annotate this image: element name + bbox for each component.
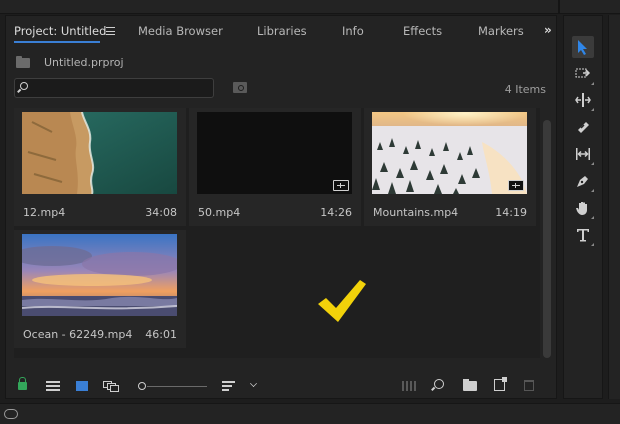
pen-tool-icon[interactable]: [572, 170, 594, 192]
media-item-12[interactable]: 12.mp4 34:08: [14, 108, 186, 226]
thumbnail-snowy-forest[interactable]: [372, 112, 527, 194]
folder-up-icon[interactable]: [16, 56, 30, 68]
tab-effects[interactable]: Effects: [403, 24, 442, 38]
clip-duration: 34:08: [145, 206, 177, 219]
new-item-icon[interactable]: [494, 377, 507, 391]
thumbnail-ocean-sunset[interactable]: [22, 234, 177, 316]
media-grid: 12.mp4 34:08 50.mp4 14:26 Mountains.mp4 …: [14, 108, 540, 358]
app-top-strip: [0, 0, 620, 14]
active-tab-indicator: [14, 41, 100, 43]
new-search-bin-icon[interactable]: [233, 82, 247, 93]
icon-view-icon[interactable]: [76, 381, 88, 391]
slip-tool-icon[interactable]: [572, 143, 594, 165]
selection-tool-icon[interactable]: [572, 36, 594, 58]
tab-markers[interactable]: Markers: [478, 24, 524, 38]
clear-trash-icon[interactable]: [524, 380, 534, 391]
panel-tabs: Project: Untitled Media Browser Librarie…: [6, 16, 556, 44]
project-bottom-bar: [6, 372, 556, 398]
sort-dropdown-icon[interactable]: [250, 380, 257, 387]
zoom-slider[interactable]: [138, 380, 208, 392]
clip-duration: 46:01: [145, 328, 177, 341]
find-icon[interactable]: [434, 379, 444, 389]
search-icon: [20, 82, 28, 90]
items-count: 4 Items: [504, 83, 546, 96]
project-panel: Project: Untitled Media Browser Librarie…: [5, 15, 557, 399]
media-scrollbar[interactable]: [543, 120, 551, 358]
tab-info[interactable]: Info: [342, 24, 364, 38]
hand-tool-icon[interactable]: [572, 197, 594, 219]
thumbnail-coastal-cliffs[interactable]: [22, 112, 177, 194]
list-view-icon[interactable]: [46, 381, 60, 391]
media-item-mountains[interactable]: Mountains.mp4 14:19: [364, 108, 536, 226]
type-tool-icon[interactable]: [572, 224, 594, 246]
creative-cloud-icon[interactable]: [4, 409, 18, 419]
audio-video-badge-icon: [508, 180, 524, 191]
clip-name: 12.mp4: [23, 206, 66, 219]
tools-panel: [563, 15, 603, 399]
track-select-forward-tool-icon[interactable]: [572, 63, 594, 85]
clip-name: Ocean - 62249.mp4: [23, 328, 133, 341]
media-item-50[interactable]: 50.mp4 14:26: [189, 108, 361, 226]
tab-project[interactable]: Project: Untitled: [14, 24, 106, 38]
razor-tool-icon[interactable]: [572, 116, 594, 138]
clip-duration: 14:26: [320, 206, 352, 219]
right-dock-edge: [608, 15, 620, 399]
tabs-overflow-icon[interactable]: »: [544, 23, 552, 37]
media-item-ocean[interactable]: Ocean - 62249.mp4 46:01: [14, 230, 186, 348]
status-bar: [0, 403, 620, 424]
sort-icon[interactable]: [222, 381, 235, 392]
freeform-view-icon[interactable]: [103, 381, 119, 392]
project-file-name: Untitled.prproj: [44, 56, 124, 69]
new-bin-icon[interactable]: [463, 379, 477, 391]
clip-name: 50.mp4: [198, 206, 241, 219]
checkmark-icon: [316, 278, 368, 327]
search-box[interactable]: [14, 78, 214, 98]
clip-name: Mountains.mp4: [373, 206, 459, 219]
search-input[interactable]: [33, 80, 211, 96]
ripple-edit-tool-icon[interactable]: [572, 89, 594, 111]
tab-media-browser[interactable]: Media Browser: [138, 24, 223, 38]
lock-icon[interactable]: [18, 377, 27, 390]
clip-duration: 14:19: [495, 206, 527, 219]
tab-libraries[interactable]: Libraries: [257, 24, 307, 38]
zoom-slider-knob[interactable]: [138, 382, 146, 390]
panel-menu-icon[interactable]: [106, 27, 115, 35]
automate-to-sequence-icon[interactable]: [402, 381, 418, 391]
thumbnail-black-frame[interactable]: [197, 112, 352, 194]
scrollbar-thumb[interactable]: [543, 120, 551, 358]
audio-video-badge-icon: [333, 180, 349, 191]
